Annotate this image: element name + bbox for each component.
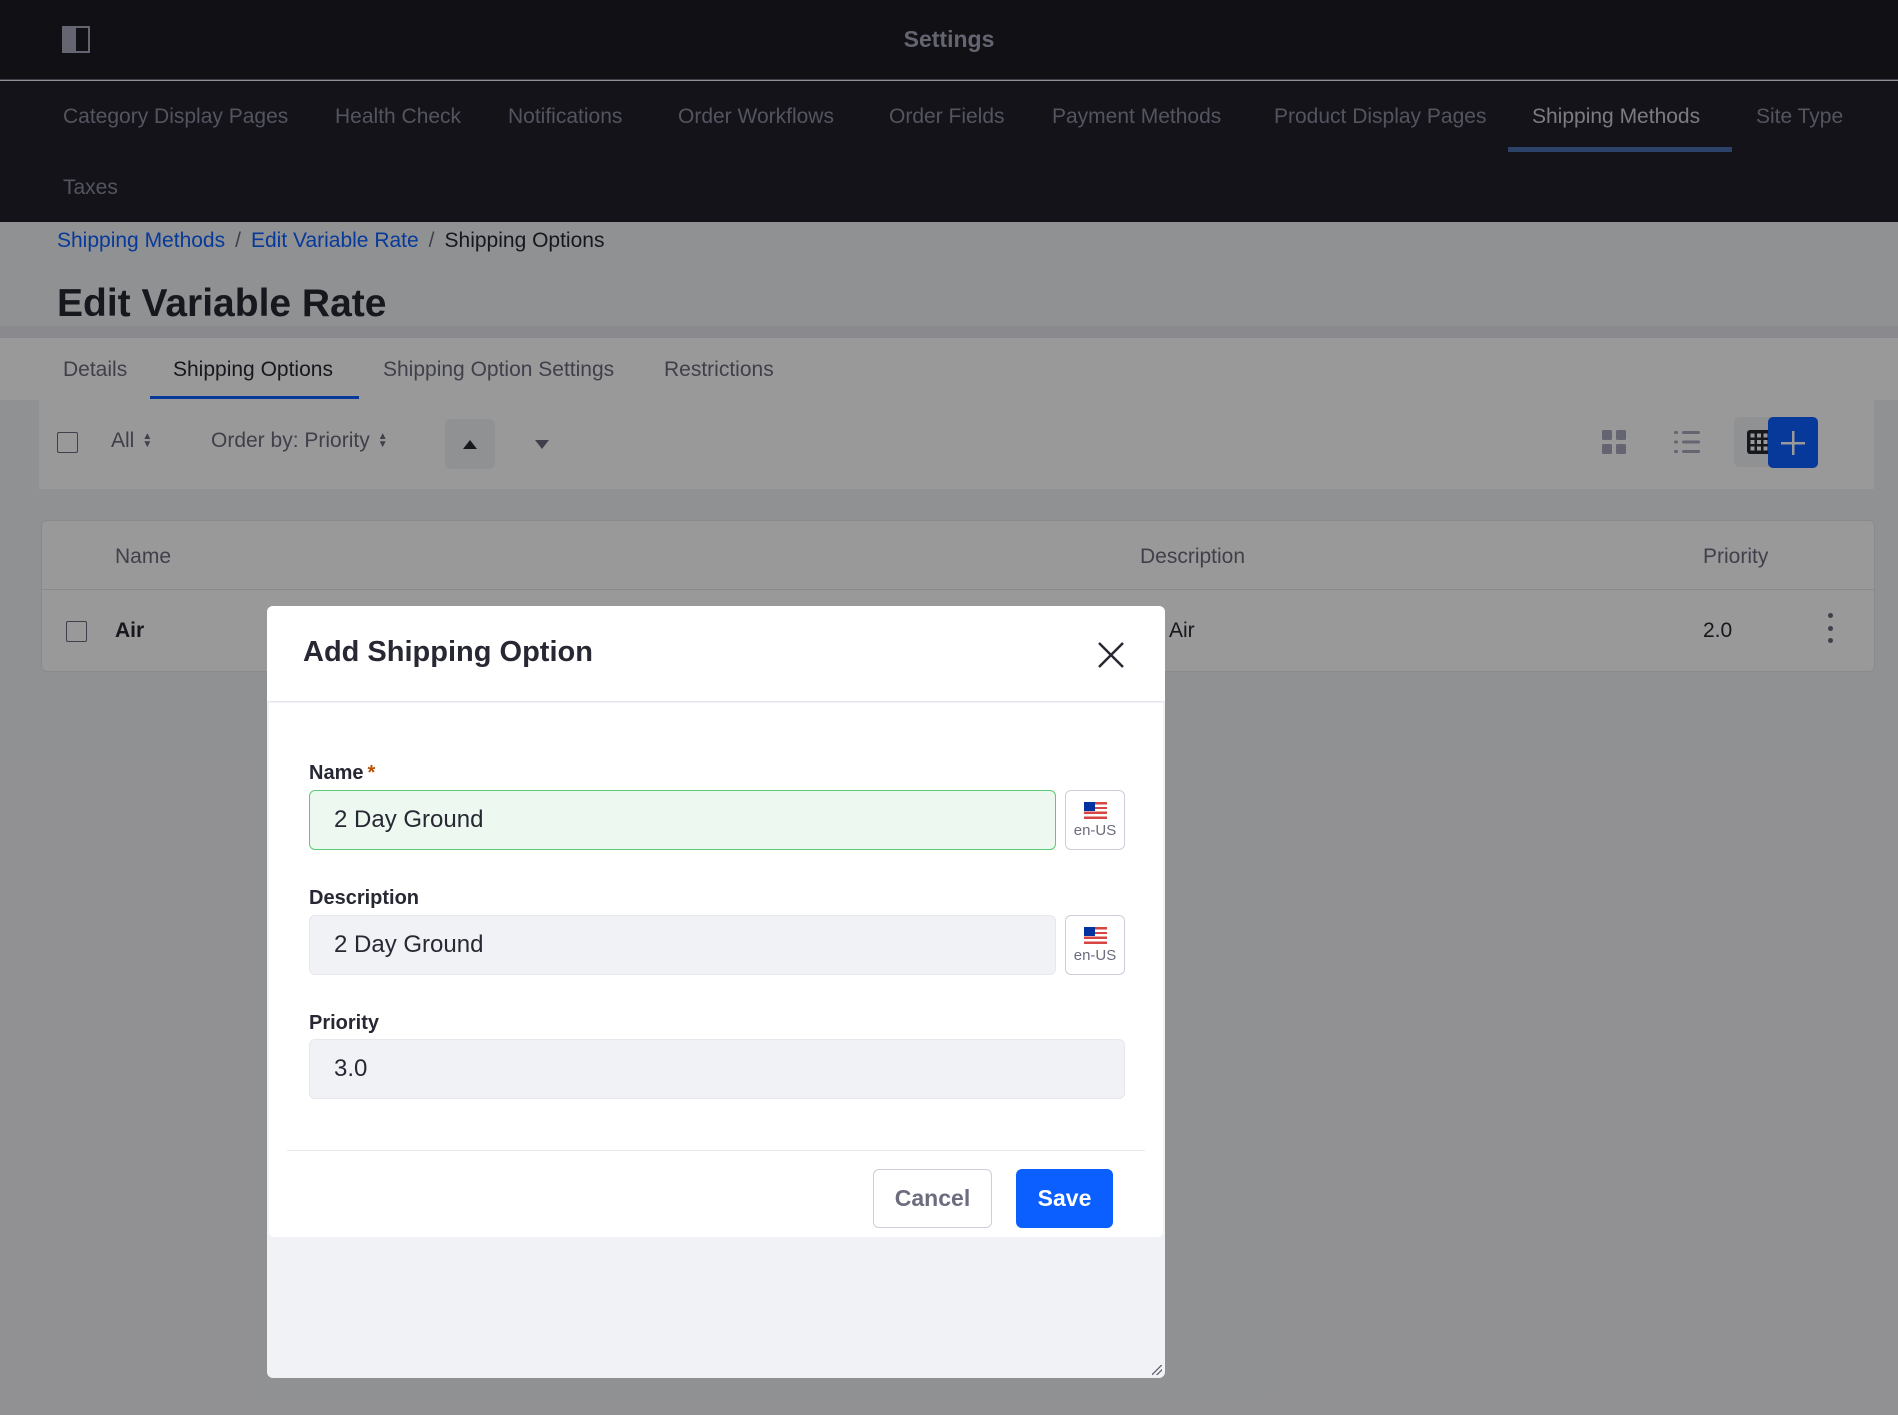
priority-input-value: 3.0 [334, 1055, 368, 1082]
description-locale-button[interactable]: en-US [1065, 915, 1125, 975]
resize-handle-icon[interactable] [1152, 1365, 1162, 1375]
us-flag-icon [1083, 926, 1107, 944]
priority-label: Priority [309, 1012, 380, 1034]
locale-code: en-US [1073, 946, 1117, 964]
name-label-text: Name [309, 762, 364, 784]
close-icon [1098, 642, 1124, 668]
us-flag-icon [1083, 801, 1107, 819]
required-mark: * [367, 762, 376, 784]
add-shipping-option-modal: Add Shipping Option Name * 2 Day Ground e… [267, 606, 1165, 1378]
name-label: Name * [309, 762, 375, 785]
save-button[interactable]: Save [1016, 1169, 1113, 1228]
cancel-button[interactable]: Cancel [873, 1169, 992, 1228]
name-locale-button[interactable]: en-US [1065, 790, 1125, 850]
name-input-value: 2 Day Ground [334, 806, 484, 833]
name-input[interactable]: 2 Day Ground [309, 790, 1056, 850]
priority-input[interactable]: 3.0 [309, 1039, 1125, 1099]
description-input-value: 2 Day Ground [334, 931, 484, 958]
modal-title: Add Shipping Option [303, 636, 593, 668]
description-label: Description [309, 887, 420, 909]
description-input[interactable]: 2 Day Ground [309, 915, 1056, 975]
locale-code: en-US [1073, 821, 1117, 839]
close-button[interactable] [1096, 640, 1126, 670]
modal-body: Name * 2 Day Ground en-US Description 2 D… [269, 703, 1163, 1237]
divider [287, 1150, 1145, 1151]
modal-header: Add Shipping Option [267, 606, 1165, 702]
